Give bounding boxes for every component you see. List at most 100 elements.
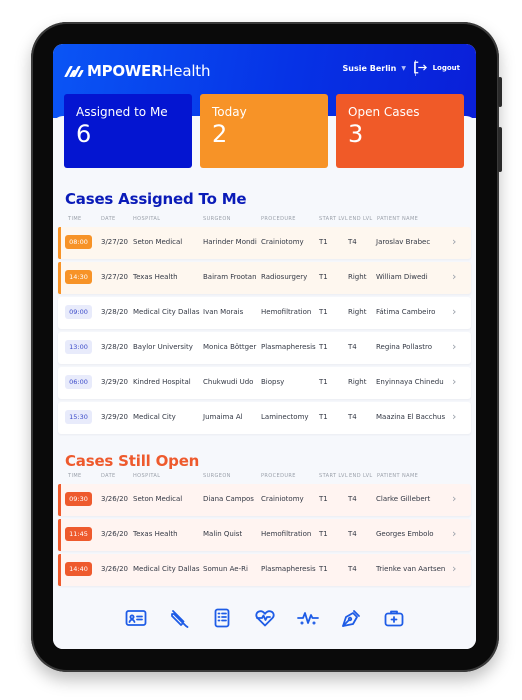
- vitals-icon: [296, 612, 319, 625]
- nav-medical-kit[interactable]: [383, 607, 405, 629]
- case-end-lvl: Right: [348, 378, 367, 386]
- case-start-lvl: T1: [319, 378, 328, 386]
- col-patient-name: PATIENT NAME: [377, 473, 419, 479]
- card-value: 2: [212, 120, 228, 148]
- case-patient: Trienke van Aartsen: [376, 565, 446, 573]
- time-badge: 09:30: [65, 492, 92, 506]
- col-surgeon: SURGEON: [203, 473, 231, 479]
- case-row[interactable]: 09:30 3/26/20 Seton Medical Diana Campos Cra…: [58, 484, 471, 516]
- chevron-right-icon[interactable]: ›: [452, 305, 456, 318]
- card-assigned-to-me[interactable]: Assigned to Me 6: [64, 94, 192, 168]
- case-row[interactable]: 08:00 3/27/20 Seton Medical Harinder Mondi C…: [58, 227, 471, 259]
- case-surgeon: Somun Ae-Ri: [203, 565, 248, 573]
- chevron-right-icon[interactable]: ›: [452, 235, 456, 248]
- case-start-lvl: T1: [319, 343, 328, 351]
- nav-checklist[interactable]: [211, 607, 233, 629]
- card-label: Open Cases: [348, 105, 420, 119]
- case-patient: Regina Pollastro: [376, 343, 433, 351]
- nav-id-card[interactable]: [125, 607, 147, 629]
- case-date: 3/27/20: [101, 238, 128, 246]
- case-start-lvl: T1: [319, 238, 328, 246]
- case-row[interactable]: 09:00 3/28/20 Medical City Dallas Ivan Mora…: [58, 297, 471, 329]
- nav-heart-pulse[interactable]: [254, 607, 276, 629]
- time-badge: 06:00: [65, 375, 92, 389]
- case-hospital: Texas Health: [133, 530, 178, 538]
- case-procedure: Plasmapheresis: [261, 565, 316, 573]
- case-surgeon: Ivan Morais: [203, 308, 244, 316]
- assigned-cases-table: 08:00 3/27/20 Seton Medical Harinder Mondi C…: [58, 227, 471, 437]
- chevron-right-icon[interactable]: ›: [452, 340, 456, 353]
- chevron-down-icon: ▼: [401, 65, 406, 72]
- assigned-section-title: Cases Assigned To Me: [65, 190, 247, 208]
- case-surgeon: Jumaima Al: [203, 413, 243, 421]
- user-name: Susie Berlin: [342, 64, 397, 73]
- case-row[interactable]: 14:40 3/26/20 Medical City Dallas Somun Ae-…: [58, 554, 471, 586]
- col-end-lvl: END LVL: [349, 216, 373, 222]
- user-menu[interactable]: Susie Berlin ▼: [343, 64, 406, 73]
- case-row[interactable]: 13:00 3/28/20 Baylor University Monica Bött…: [58, 332, 471, 364]
- case-surgeon: Harinder Mondi: [203, 238, 257, 246]
- case-surgeon: Chukwudi Udo: [203, 378, 254, 386]
- case-hospital: Seton Medical: [133, 238, 183, 246]
- case-end-lvl: T4: [348, 565, 357, 573]
- case-patient: Enyinnaya Chinedu: [376, 378, 444, 386]
- card-label: Today: [212, 105, 247, 119]
- case-date: 3/28/20: [101, 343, 128, 351]
- case-row[interactable]: 11:45 3/26/20 Texas Health Malin Quist Hemof…: [58, 519, 471, 551]
- nav-vitals[interactable]: [296, 607, 319, 629]
- logout-label: Logout: [432, 63, 460, 72]
- col-date: DATE: [101, 216, 116, 222]
- syringe-icon: [170, 610, 188, 628]
- logout-icon: [413, 61, 427, 74]
- chevron-right-icon[interactable]: ›: [452, 562, 456, 575]
- case-procedure: Crainiotomy: [261, 238, 304, 246]
- case-surgeon: Malin Quist: [203, 530, 243, 538]
- pen-nib-icon: [341, 610, 360, 627]
- col-start-lvl: START LVL: [319, 216, 349, 222]
- brand-logo[interactable]: MPOWER Health: [64, 62, 211, 80]
- medical-kit-icon: [384, 610, 403, 627]
- col-procedure: PROCEDURE: [261, 216, 296, 222]
- case-row[interactable]: 06:00 3/29/20 Kindred Hospital Chukwudi Udo…: [58, 367, 471, 399]
- open-section-title: Cases Still Open: [65, 452, 200, 470]
- case-procedure: Biopsy: [261, 378, 285, 386]
- brand-name-light: Health: [162, 62, 211, 80]
- case-start-lvl: T1: [319, 565, 328, 573]
- case-date: 3/29/20: [101, 378, 128, 386]
- case-hospital: Kindred Hospital: [133, 378, 191, 386]
- chevron-right-icon[interactable]: ›: [452, 527, 456, 540]
- case-procedure: Hemofiltration: [261, 308, 312, 316]
- case-date: 3/27/20: [101, 273, 128, 281]
- card-today[interactable]: Today 2: [200, 94, 328, 168]
- card-value: 6: [76, 120, 92, 148]
- case-patient: Maazina El Bacchus: [376, 413, 446, 421]
- chevron-right-icon[interactable]: ›: [452, 410, 456, 423]
- time-badge: 11:45: [65, 527, 92, 541]
- case-date: 3/26/20: [101, 495, 128, 503]
- case-date: 3/29/20: [101, 413, 128, 421]
- time-badge: 08:00: [65, 235, 92, 249]
- case-date: 3/26/20: [101, 530, 128, 538]
- chevron-right-icon[interactable]: ›: [452, 270, 456, 283]
- nav-syringe[interactable]: [168, 607, 190, 629]
- power-button: [498, 127, 502, 172]
- open-column-headers: TIME DATE HOSPITAL SURGEON PROCEDURE STA…: [68, 473, 464, 483]
- case-procedure: Hemofiltration: [261, 530, 312, 538]
- logout-button[interactable]: Logout: [413, 61, 460, 74]
- case-row[interactable]: 15:30 3/29/20 Medical City Jumaima Al Lamine…: [58, 402, 471, 434]
- chevron-right-icon[interactable]: ›: [452, 375, 456, 388]
- case-patient: Georges Embolo: [376, 530, 434, 538]
- bottom-nav: [53, 607, 476, 631]
- case-row[interactable]: 14:30 3/27/20 Texas Health Bairam Frootan Ra…: [58, 262, 471, 294]
- case-hospital: Medical City: [133, 413, 176, 421]
- case-hospital: Texas Health: [133, 273, 178, 281]
- case-end-lvl: T4: [348, 530, 357, 538]
- time-badge: 15:30: [65, 410, 92, 424]
- nav-pen-nib[interactable]: [340, 607, 362, 629]
- case-start-lvl: T1: [319, 273, 328, 281]
- card-open-cases[interactable]: Open Cases 3: [336, 94, 464, 168]
- volume-button: [498, 77, 502, 107]
- chevron-right-icon[interactable]: ›: [452, 492, 456, 505]
- case-end-lvl: T4: [348, 238, 357, 246]
- case-surgeon: Monica Böttger: [203, 343, 257, 351]
